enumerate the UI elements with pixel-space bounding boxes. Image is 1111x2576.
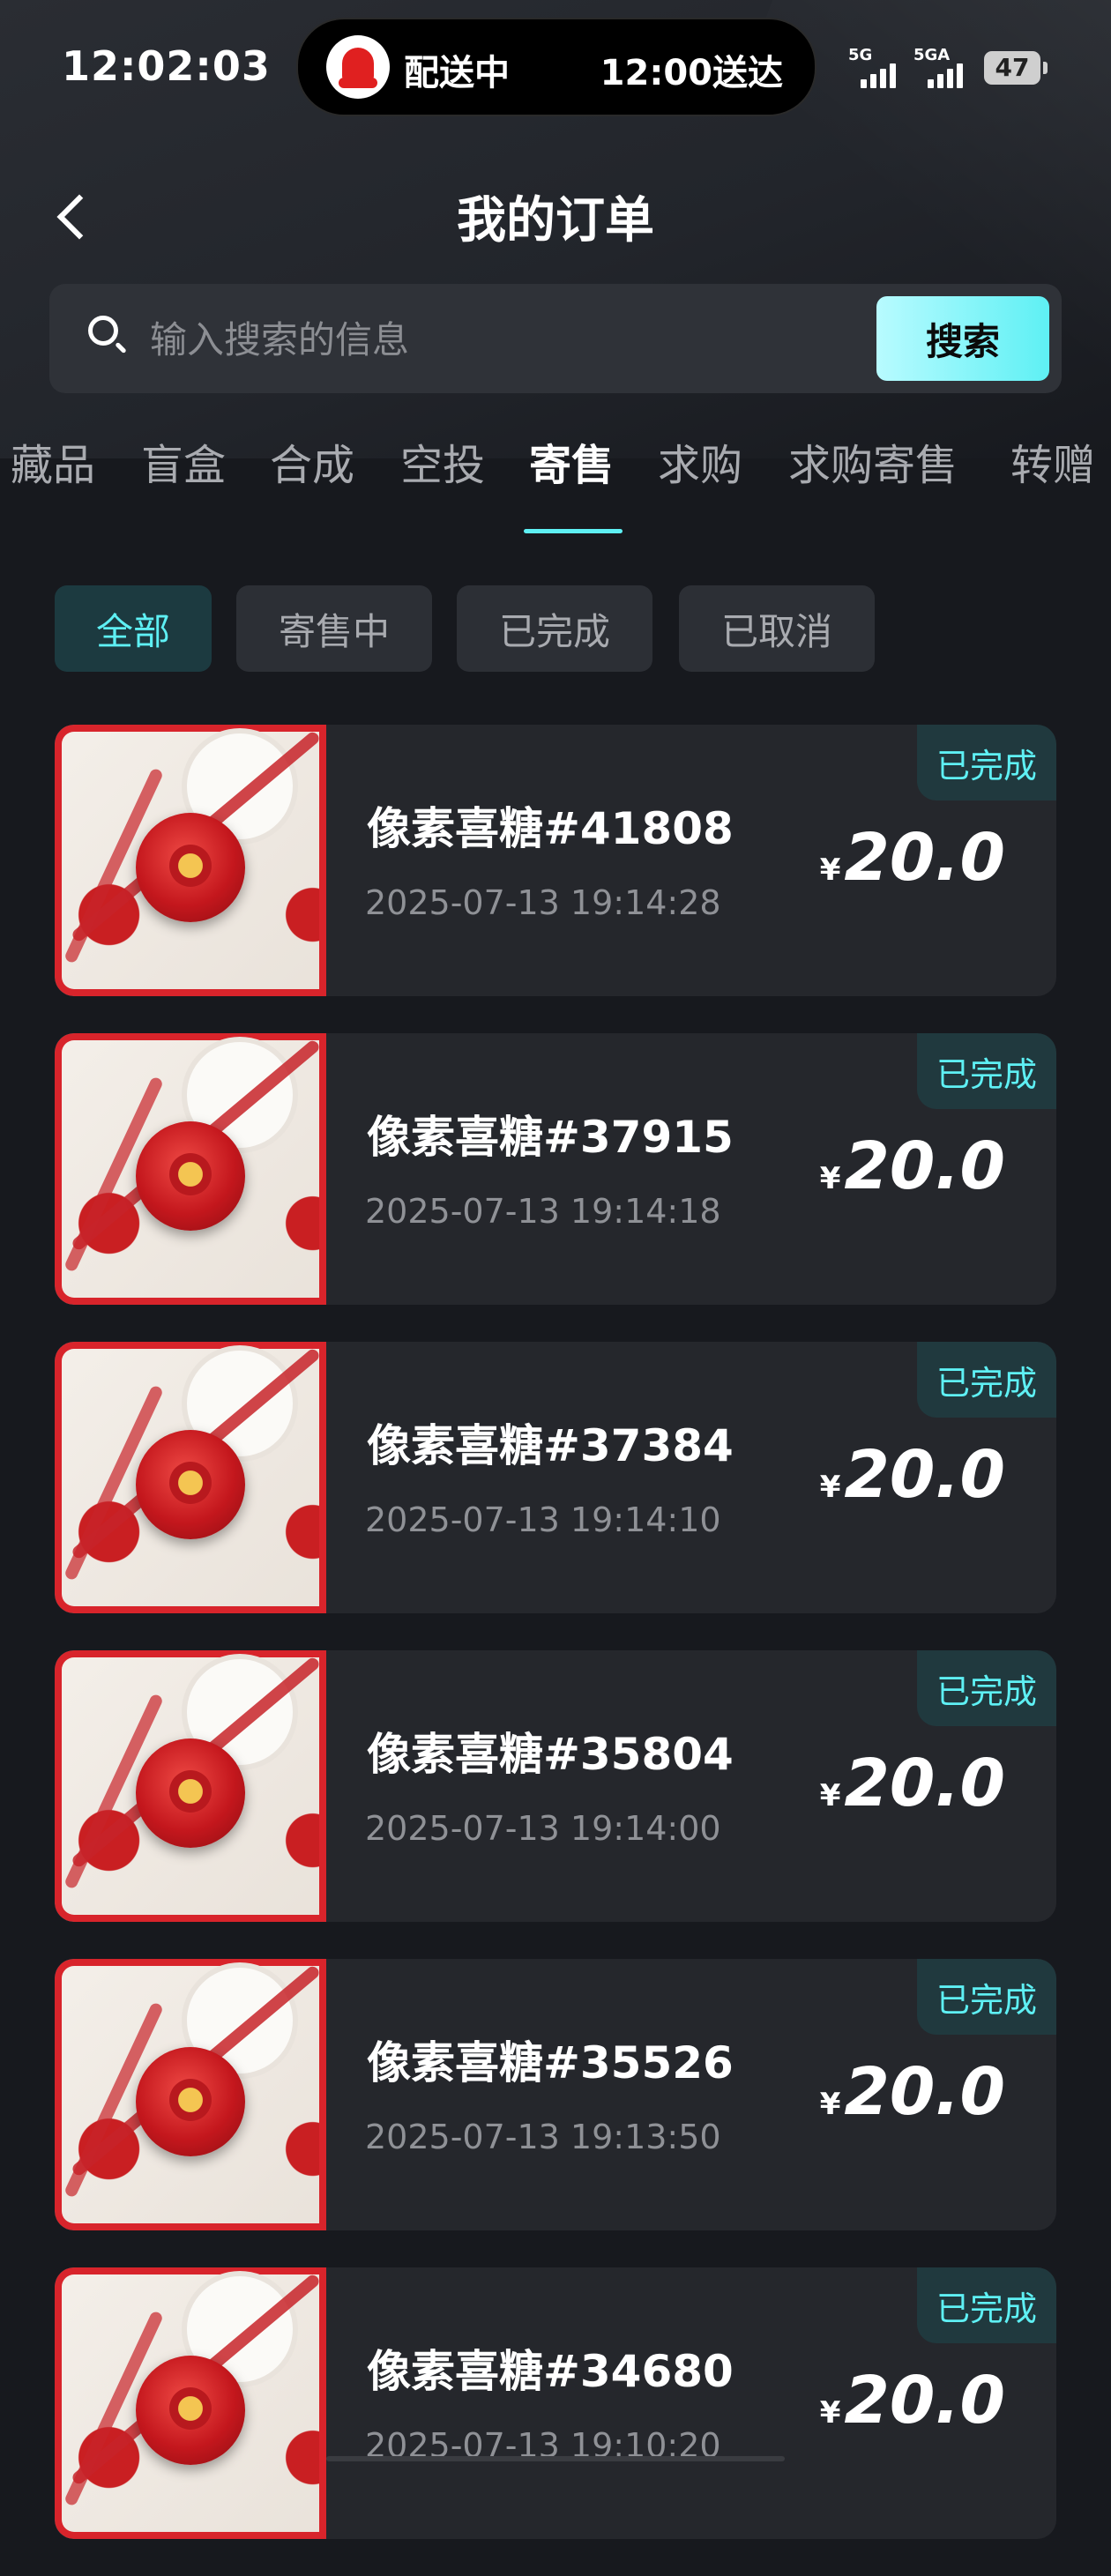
currency-symbol: ¥ — [819, 2087, 841, 2122]
currency-symbol: ¥ — [819, 1778, 841, 1813]
currency-symbol: ¥ — [819, 2395, 841, 2431]
page-title: 我的订单 — [457, 192, 654, 249]
signal-5ga-icon: 5GA — [913, 46, 975, 88]
status-time: 12:02:03 — [62, 42, 271, 90]
order-card[interactable]: 像素喜糖#37915 2025-07-13 19:14:18 ¥20.0 已完成 — [55, 1033, 1056, 1305]
order-card[interactable]: 像素喜糖#35804 2025-07-13 19:14:00 ¥20.0 已完成 — [55, 1650, 1056, 1922]
currency-symbol: ¥ — [819, 1161, 841, 1196]
order-time: 2025-07-13 19:14:00 — [365, 1809, 721, 1848]
item-name: 像素喜糖#35526 — [367, 2037, 734, 2088]
delivery-live-activity[interactable]: 配送中 12:00送达 — [296, 18, 816, 116]
status-badge: 已完成 — [917, 1959, 1056, 2035]
order-time: 2025-07-13 19:14:28 — [365, 883, 721, 922]
status-badge: 已完成 — [917, 2267, 1056, 2343]
item-name: 像素喜糖#34680 — [367, 2346, 734, 2397]
delivery-eta-text: 12:00送达 — [600, 53, 783, 93]
signal-5g-icon: 5G — [848, 46, 906, 88]
item-thumbnail — [55, 1033, 326, 1305]
tab-airdrop[interactable]: 空投 — [400, 430, 485, 492]
battery-icon: 47 — [984, 51, 1048, 85]
item-thumbnail — [55, 725, 326, 996]
order-card[interactable]: 像素喜糖#41808 2025-07-13 19:14:28 ¥20.0 已完成 — [55, 725, 1056, 996]
filter-consigning[interactable]: 寄售中 — [236, 585, 432, 672]
item-name: 像素喜糖#35804 — [367, 1729, 734, 1780]
item-thumbnail — [55, 1342, 326, 1613]
item-price: ¥20.0 — [820, 1746, 1005, 1821]
status-badge: 已完成 — [917, 1650, 1056, 1726]
search-input[interactable] — [148, 303, 910, 376]
tab-synthesis[interactable]: 合成 — [270, 430, 354, 492]
home-indicator — [326, 2456, 785, 2461]
filter-completed[interactable]: 已完成 — [457, 585, 652, 672]
order-time: 2025-07-13 19:13:50 — [365, 2118, 721, 2156]
item-name: 像素喜糖#37915 — [367, 1112, 734, 1163]
delivery-status-text: 配送中 — [404, 53, 510, 93]
tab-purchase-request[interactable]: 求购 — [658, 430, 742, 492]
price-amount: 20.0 — [844, 1128, 1005, 1204]
category-tabs: 藏品 盲盒 合成 空投 寄售 求购 求购寄售 转赠 — [0, 430, 1111, 536]
order-time: 2025-07-13 19:14:18 — [365, 1192, 721, 1231]
tab-transfer[interactable]: 转赠 — [1010, 430, 1095, 492]
tab-blind-box[interactable]: 盲盒 — [141, 430, 226, 492]
currency-symbol: ¥ — [819, 1470, 841, 1505]
search-button[interactable]: 搜索 — [876, 296, 1049, 381]
order-time: 2025-07-13 19:14:10 — [365, 1500, 721, 1539]
item-price: ¥20.0 — [820, 1437, 1005, 1513]
tab-consignment[interactable]: 寄售 — [529, 430, 614, 492]
status-badge: 已完成 — [917, 1342, 1056, 1418]
search-bar: 搜索 — [49, 284, 1062, 393]
item-thumbnail — [55, 1650, 326, 1922]
item-name: 像素喜糖#41808 — [367, 803, 734, 854]
price-amount: 20.0 — [844, 1746, 1005, 1821]
item-price: ¥20.0 — [820, 2054, 1005, 2130]
price-amount: 20.0 — [844, 1437, 1005, 1513]
item-name: 像素喜糖#37384 — [367, 1420, 734, 1471]
order-card[interactable]: 像素喜糖#37384 2025-07-13 19:14:10 ¥20.0 已完成 — [55, 1342, 1056, 1613]
item-price: ¥20.0 — [820, 820, 1005, 896]
filter-cancelled[interactable]: 已取消 — [679, 585, 875, 672]
price-amount: 20.0 — [844, 2363, 1005, 2438]
status-badge: 已完成 — [917, 1033, 1056, 1109]
tab-collectibles[interactable]: 藏品 — [11, 430, 95, 492]
item-price: ¥20.0 — [820, 1128, 1005, 1204]
item-price: ¥20.0 — [820, 2363, 1005, 2438]
tab-purchase-consignment[interactable]: 求购寄售 — [788, 430, 958, 492]
price-amount: 20.0 — [844, 2054, 1005, 2130]
search-icon — [88, 316, 123, 351]
delivery-rider-icon — [326, 35, 390, 99]
status-bar: 12:02:03 配送中 12:00送达 5G 5GA 47 — [0, 0, 1111, 123]
currency-symbol: ¥ — [819, 852, 841, 888]
item-thumbnail — [55, 2267, 326, 2539]
status-badge: 已完成 — [917, 725, 1056, 800]
active-tab-indicator — [524, 529, 623, 533]
order-card[interactable]: 像素喜糖#35526 2025-07-13 19:13:50 ¥20.0 已完成 — [55, 1959, 1056, 2230]
order-list: 像素喜糖#41808 2025-07-13 19:14:28 ¥20.0 已完成… — [55, 725, 1056, 2576]
order-card[interactable]: 像素喜糖#34680 2025-07-13 19:10:20 ¥20.0 已完成 — [55, 2267, 1056, 2539]
price-amount: 20.0 — [844, 820, 1005, 896]
filter-all[interactable]: 全部 — [55, 585, 212, 672]
item-thumbnail — [55, 1959, 326, 2230]
